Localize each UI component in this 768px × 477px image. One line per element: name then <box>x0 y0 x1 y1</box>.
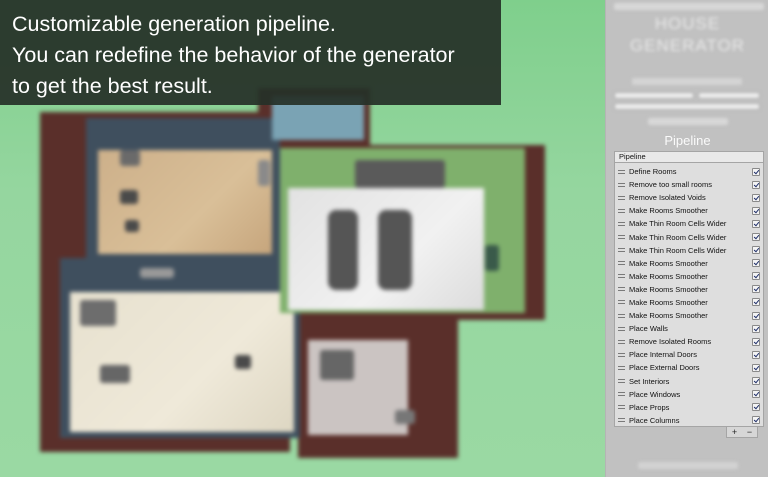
drag-handle-icon[interactable] <box>618 418 625 423</box>
drag-handle-icon[interactable] <box>618 221 625 226</box>
pipeline-step-label: Make Rooms Smoother <box>629 284 708 294</box>
generator-title-top: HOUSE <box>654 14 721 33</box>
drag-handle-icon[interactable] <box>618 392 625 397</box>
pipeline-step-label: Set Interiors <box>629 376 670 386</box>
pipeline-step-checkbox[interactable] <box>752 246 760 255</box>
drag-handle-icon[interactable] <box>618 235 625 240</box>
pipeline-step-checkbox[interactable] <box>752 259 760 268</box>
pipeline-step-checkbox[interactable] <box>752 233 760 242</box>
drag-handle-icon[interactable] <box>618 182 625 187</box>
pipeline-step-label: Make Rooms Smoother <box>629 311 708 321</box>
pipeline-step-label: Place Internal Doors <box>629 350 697 360</box>
inspector-panel: HOUSE GENERATOR Pipeline Pipeline Define… <box>605 0 768 477</box>
pipeline-step-checkbox[interactable] <box>752 390 760 399</box>
pipeline-step-row[interactable]: Define Rooms <box>615 165 763 178</box>
drag-handle-icon[interactable] <box>618 287 625 292</box>
drag-handle-icon[interactable] <box>618 274 625 279</box>
drag-handle-icon[interactable] <box>618 208 625 213</box>
pipeline-step-label: Place Walls <box>629 324 668 334</box>
caption-box: Customizable generation pipeline. You ca… <box>0 0 501 105</box>
pipeline-step-label: Define Rooms <box>629 167 677 177</box>
pipeline-step-label: Place External Doors <box>629 363 700 373</box>
drag-handle-icon[interactable] <box>618 313 625 318</box>
pipeline-step-row[interactable]: Make Thin Room Cells Wider <box>615 244 763 257</box>
remove-step-button[interactable]: − <box>747 427 752 437</box>
drag-handle-icon[interactable] <box>618 365 625 370</box>
pipeline-step-row[interactable]: Make Rooms Smoother <box>615 296 763 309</box>
pipeline-step-row[interactable]: Remove Isolated Rooms <box>615 335 763 348</box>
pipeline-list-header: Pipeline <box>615 152 763 163</box>
pipeline-step-label: Place Props <box>629 402 670 412</box>
pipeline-step-row[interactable]: Remove too small rooms <box>615 178 763 191</box>
pipeline-step-label: Make Rooms Smoother <box>629 206 708 216</box>
pipeline-step-label: Make Thin Room Cells Wider <box>629 219 727 229</box>
pipeline-step-checkbox[interactable] <box>752 298 760 307</box>
caption-line-3: to get the best result. <box>12 74 213 98</box>
pipeline-step-row[interactable]: Make Thin Room Cells Wider <box>615 230 763 243</box>
pipeline-step-label: Make Rooms Smoother <box>629 297 708 307</box>
pipeline-step-label: Remove too small rooms <box>629 180 712 190</box>
pipeline-step-checkbox[interactable] <box>752 180 760 189</box>
pipeline-step-label: Remove Isolated Rooms <box>629 337 712 347</box>
generator-title-bottom: GENERATOR <box>629 36 746 55</box>
drag-handle-icon[interactable] <box>618 195 625 200</box>
pipeline-step-label: Make Rooms Smoother <box>629 271 708 281</box>
drag-handle-icon[interactable] <box>618 352 625 357</box>
pipeline-step-checkbox[interactable] <box>752 272 760 281</box>
pipeline-step-checkbox[interactable] <box>752 206 760 215</box>
pipeline-step-row[interactable]: Make Rooms Smoother <box>615 257 763 270</box>
pipeline-list: Pipeline Define Rooms Remove too small ro… <box>614 151 764 427</box>
pipeline-step-checkbox[interactable] <box>752 193 760 202</box>
pipeline-step-checkbox[interactable] <box>752 167 760 176</box>
pipeline-items: Define Rooms Remove too small rooms Remove… <box>615 163 763 427</box>
pipeline-step-row[interactable]: Place Columns <box>615 414 763 427</box>
pipeline-step-checkbox[interactable] <box>752 403 760 412</box>
drag-handle-icon[interactable] <box>618 300 625 305</box>
drag-handle-icon[interactable] <box>618 339 625 344</box>
pipeline-step-label: Make Thin Room Cells Wider <box>629 232 727 242</box>
pipeline-list-footer: + − <box>726 427 758 438</box>
pipeline-step-label: Remove Isolated Voids <box>629 193 706 203</box>
pipeline-step-row[interactable]: Set Interiors <box>615 375 763 388</box>
add-step-button[interactable]: + <box>732 427 737 437</box>
caption-line-2: You can redefine the behavior of the gen… <box>12 43 455 67</box>
pipeline-step-row[interactable]: Place Windows <box>615 388 763 401</box>
pipeline-step-checkbox[interactable] <box>752 219 760 228</box>
caption-line-1: Customizable generation pipeline. <box>12 12 336 36</box>
pipeline-step-row[interactable]: Make Thin Room Cells Wider <box>615 217 763 230</box>
pipeline-step-row[interactable]: Make Rooms Smoother <box>615 204 763 217</box>
pipeline-heading: Pipeline <box>664 133 711 148</box>
pipeline-step-label: Place Windows <box>629 389 681 399</box>
pipeline-step-checkbox[interactable] <box>752 337 760 346</box>
pipeline-step-label: Make Thin Room Cells Wider <box>629 245 727 255</box>
pipeline-step-row[interactable]: Place Internal Doors <box>615 348 763 361</box>
pipeline-step-label: Place Columns <box>629 415 680 425</box>
pipeline-step-checkbox[interactable] <box>752 377 760 386</box>
pipeline-step-row[interactable]: Place Walls <box>615 322 763 335</box>
pipeline-step-row[interactable]: Make Rooms Smoother <box>615 270 763 283</box>
pipeline-step-row[interactable]: Make Rooms Smoother <box>615 283 763 296</box>
pipeline-step-checkbox[interactable] <box>752 311 760 320</box>
pipeline-step-checkbox[interactable] <box>752 324 760 333</box>
pipeline-step-checkbox[interactable] <box>752 363 760 372</box>
pipeline-step-checkbox[interactable] <box>752 416 760 425</box>
pipeline-step-row[interactable]: Place Props <box>615 401 763 414</box>
drag-handle-icon[interactable] <box>618 169 625 174</box>
pipeline-step-label: Make Rooms Smoother <box>629 258 708 268</box>
pipeline-step-row[interactable]: Place External Doors <box>615 361 763 374</box>
pipeline-step-row[interactable]: Remove Isolated Voids <box>615 191 763 204</box>
drag-handle-icon[interactable] <box>618 248 625 253</box>
pipeline-step-checkbox[interactable] <box>752 350 760 359</box>
drag-handle-icon[interactable] <box>618 379 625 384</box>
drag-handle-icon[interactable] <box>618 261 625 266</box>
drag-handle-icon[interactable] <box>618 405 625 410</box>
pipeline-step-checkbox[interactable] <box>752 285 760 294</box>
pipeline-step-row[interactable]: Make Rooms Smoother <box>615 309 763 322</box>
drag-handle-icon[interactable] <box>618 326 625 331</box>
